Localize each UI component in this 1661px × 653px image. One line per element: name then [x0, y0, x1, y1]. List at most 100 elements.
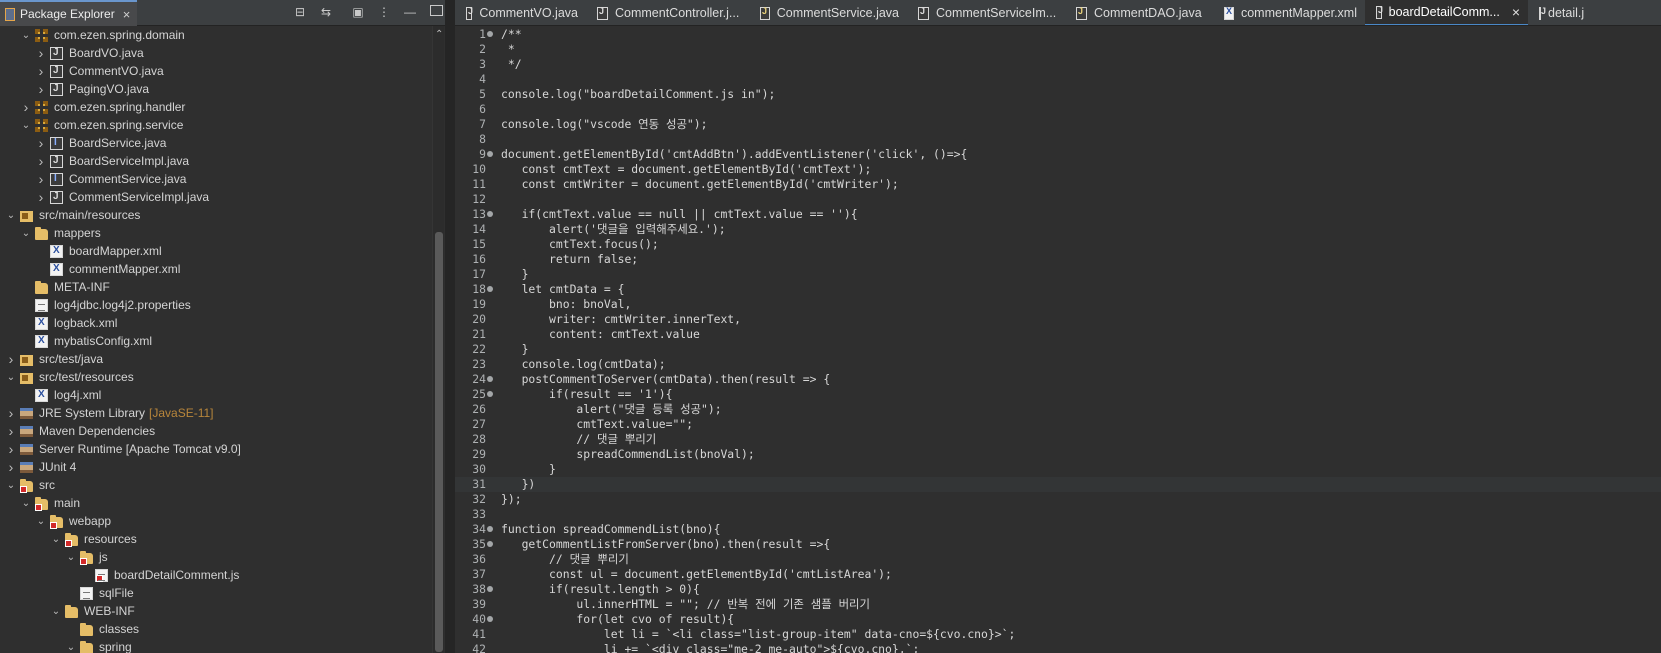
tree-item[interactable]: ⌄ src/main/resources	[0, 206, 440, 224]
editor-tab[interactable]: CommentDAO.java	[1065, 0, 1213, 25]
fold-marker-icon[interactable]	[486, 522, 495, 537]
tree-item[interactable]: boardDetailComment.js	[0, 566, 440, 584]
chevron-right-icon[interactable]: ›	[35, 44, 47, 62]
editor-tab[interactable]: CommentService.java	[749, 0, 907, 25]
tree-item[interactable]: › Maven Dependencies	[0, 422, 440, 440]
fold-marker-icon[interactable]	[486, 612, 495, 627]
chevron-right-icon[interactable]: ›	[5, 440, 17, 458]
code-area[interactable]: 1/** 2 * 3 */4 5 console.log("boardDetailCom…	[455, 27, 1661, 653]
fold-marker-icon[interactable]	[486, 372, 495, 387]
panel-divider[interactable]	[445, 0, 455, 653]
code-line[interactable]: 32});	[455, 492, 1661, 507]
chevron-right-icon[interactable]: ›	[35, 152, 47, 170]
editor-tab[interactable]: CommentServiceIm...	[907, 0, 1065, 25]
chevron-down-icon[interactable]: ⌄	[65, 638, 77, 653]
code-line[interactable]: 16 return false;	[455, 252, 1661, 267]
code-line[interactable]: 11 const cmtWriter = document.getElement…	[455, 177, 1661, 192]
tree-item[interactable]: ⌄ resources	[0, 530, 440, 548]
code-line[interactable]: 8	[455, 132, 1661, 147]
chevron-down-icon[interactable]: ⌄	[20, 224, 32, 242]
code-line[interactable]: 17 }	[455, 267, 1661, 282]
code-line[interactable]: 30 }	[455, 462, 1661, 477]
tree-item[interactable]: › PagingVO.java	[0, 80, 440, 98]
editor-tab[interactable]: CommentController.j...	[586, 0, 749, 25]
code-line[interactable]: 5 console.log("boardDetailComment.js in")…	[455, 87, 1661, 102]
editor-tab[interactable]: detail.j	[1528, 0, 1588, 25]
tree-item[interactable]: › JUnit 4	[0, 458, 440, 476]
tree-item[interactable]: ⌄ com.ezen.spring.service	[0, 116, 440, 134]
code-line[interactable]: 3 */	[455, 57, 1661, 72]
chevron-right-icon[interactable]: ›	[35, 134, 47, 152]
tree-item[interactable]: classes	[0, 620, 440, 638]
chevron-down-icon[interactable]: ⌄	[5, 476, 17, 494]
chevron-right-icon[interactable]: ›	[20, 98, 32, 116]
code-line[interactable]: 27 cmtText.value="";	[455, 417, 1661, 432]
chevron-down-icon[interactable]: ⌄	[65, 548, 77, 566]
tree-item[interactable]: › src/test/java	[0, 350, 440, 368]
chevron-down-icon[interactable]: ⌄	[50, 602, 62, 620]
tree-item[interactable]: ⌄ main	[0, 494, 440, 512]
chevron-down-icon[interactable]: ⌄	[50, 530, 62, 548]
chevron-right-icon[interactable]: ›	[5, 422, 17, 440]
fold-marker-icon[interactable]	[486, 582, 495, 597]
maximize-icon[interactable]	[429, 5, 443, 19]
tree-item[interactable]: ⌄ com.ezen.spring.domain	[0, 26, 440, 44]
scrollbar-thumb[interactable]	[435, 232, 443, 652]
code-line[interactable]: 26 alert("댓글 등록 성공");	[455, 402, 1661, 417]
focus-icon[interactable]: ▣	[351, 5, 365, 19]
code-line[interactable]: 2 *	[455, 42, 1661, 57]
code-line[interactable]: 22 }	[455, 342, 1661, 357]
fold-marker-icon[interactable]	[486, 282, 495, 297]
tree-item[interactable]: ⌄ js	[0, 548, 440, 566]
fold-marker-icon[interactable]	[486, 207, 495, 222]
chevron-right-icon[interactable]: ›	[5, 404, 17, 422]
tree-item[interactable]: log4j.xml	[0, 386, 440, 404]
tree-item[interactable]: ⌄ src/test/resources	[0, 368, 440, 386]
tree-item[interactable]: boardMapper.xml	[0, 242, 440, 260]
chevron-right-icon[interactable]: ›	[5, 458, 17, 476]
code-line[interactable]: 13 if(cmtText.value == null || cmtText.v…	[455, 207, 1661, 222]
code-line[interactable]: 33	[455, 507, 1661, 522]
tree-item[interactable]: › CommentServiceImpl.java	[0, 188, 440, 206]
code-line[interactable]: 37 const ul = document.getElementById('c…	[455, 567, 1661, 582]
scroll-up-icon[interactable]: ⌃	[435, 29, 443, 40]
fold-marker-icon[interactable]	[486, 537, 495, 552]
chevron-down-icon[interactable]: ⌄	[35, 512, 47, 530]
close-tab-icon[interactable]: ×	[1512, 4, 1520, 20]
tree-item[interactable]: logback.xml	[0, 314, 440, 332]
chevron-right-icon[interactable]: ›	[35, 62, 47, 80]
tree-item[interactable]: META-INF	[0, 278, 440, 296]
tree-item[interactable]: mybatisConfig.xml	[0, 332, 440, 350]
chevron-down-icon[interactable]: ⌄	[5, 206, 17, 224]
code-line[interactable]: 34 function spreadCommendList(bno){	[455, 522, 1661, 537]
tree-item[interactable]: ⌄ mappers	[0, 224, 440, 242]
fold-marker-icon[interactable]	[486, 147, 495, 162]
view-menu-icon[interactable]: ⋮	[377, 5, 391, 19]
code-line[interactable]: 21 content: cmtText.value	[455, 327, 1661, 342]
tree-scrollbar[interactable]: ⌃	[432, 26, 444, 653]
fold-marker-icon[interactable]	[486, 27, 495, 42]
tree-item[interactable]: › CommentService.java	[0, 170, 440, 188]
tree-item[interactable]: › BoardService.java	[0, 134, 440, 152]
code-line[interactable]: 10 const cmtText = document.getElementBy…	[455, 162, 1661, 177]
chevron-right-icon[interactable]: ›	[35, 80, 47, 98]
code-line[interactable]: 40 for(let cvo of result){	[455, 612, 1661, 627]
code-line[interactable]: 31 })	[455, 477, 1661, 492]
tree-item[interactable]: › CommentVO.java	[0, 62, 440, 80]
code-line[interactable]: 6	[455, 102, 1661, 117]
package-explorer-tab[interactable]: Package Explorer ×	[0, 0, 137, 26]
chevron-down-icon[interactable]: ⌄	[20, 116, 32, 134]
code-line[interactable]: 38 if(result.length > 0){	[455, 582, 1661, 597]
editor-tab[interactable]: commentMapper.xml	[1213, 0, 1365, 25]
code-line[interactable]: 9 document.getElementById('cmtAddBtn').ad…	[455, 147, 1661, 162]
tree-item[interactable]: › BoardServiceImpl.java	[0, 152, 440, 170]
code-line[interactable]: 41 let li = `<li class="list-group-item"…	[455, 627, 1661, 642]
tree-item[interactable]: ⌄ src	[0, 476, 440, 494]
code-line[interactable]: 4	[455, 72, 1661, 87]
tree-item[interactable]: log4jdbc.log4j2.properties	[0, 296, 440, 314]
link-editor-icon[interactable]: ⇆	[319, 5, 333, 19]
chevron-right-icon[interactable]: ›	[5, 350, 17, 368]
collapse-all-icon[interactable]: ⊟	[293, 5, 307, 19]
tree-item[interactable]: ⌄ WEB-INF	[0, 602, 440, 620]
tree-item[interactable]: › JRE System Library [JavaSE-11]	[0, 404, 440, 422]
